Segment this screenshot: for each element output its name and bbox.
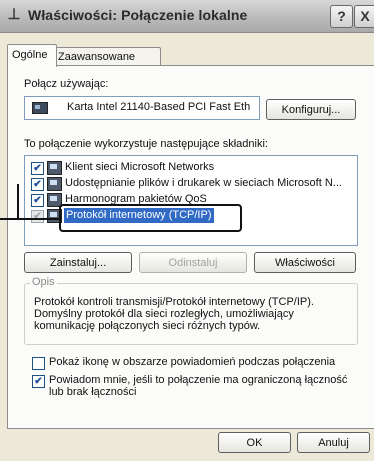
component-label: Klient sieci Microsoft Networks (65, 161, 215, 173)
component-label: Udostępnianie plików i drukarek w siecia… (65, 177, 342, 189)
description-title: Opis (30, 276, 57, 288)
configure-button[interactable]: Konfiguruj... (266, 99, 356, 120)
network-card-icon (32, 102, 48, 114)
properties-button[interactable]: Właściwości (254, 252, 356, 273)
network-client-icon (47, 161, 62, 175)
uninstall-button: Odinstaluj (139, 252, 247, 273)
annotation-callout-box (59, 204, 242, 232)
tab-general[interactable]: Ogólne (7, 44, 57, 67)
component-checkbox[interactable]: ✔ (31, 178, 44, 191)
properties-dialog: ⊥ Właściwości: Połączenie lokalne ? X Og… (0, 0, 374, 461)
title-bar[interactable]: ⊥ Właściwości: Połączenie lokalne ? X (0, 0, 374, 33)
help-button[interactable]: ? (330, 5, 353, 28)
adapter-field: Karta Intel 21140-Based PCI Fast Eth (24, 96, 260, 120)
install-button[interactable]: Zainstaluj... (24, 252, 132, 273)
list-item[interactable]: ✔ Udostępnianie plików i drukarek w siec… (25, 176, 355, 191)
component-checkbox[interactable]: ✔ (31, 194, 44, 207)
network-connection-icon: ⊥ (7, 6, 21, 23)
show-icon-checkbox[interactable] (32, 357, 45, 370)
connect-using-label: Połącz używając: (24, 78, 109, 90)
cancel-button[interactable]: Anuluj (297, 432, 370, 453)
ok-button[interactable]: OK (218, 432, 291, 453)
list-item[interactable]: ✔ Klient sieci Microsoft Networks (25, 160, 355, 175)
components-list[interactable]: ✔ Klient sieci Microsoft Networks ✔ Udos… (24, 155, 358, 246)
annotation-leader-vertical (17, 184, 19, 220)
notify-checkbox[interactable]: ✔ (32, 375, 45, 388)
component-checkbox[interactable]: ✔ (31, 210, 44, 223)
close-button[interactable]: X (354, 5, 374, 28)
components-label: To połączenie wykorzystuje następujące s… (24, 138, 268, 150)
component-checkbox[interactable]: ✔ (31, 162, 44, 175)
annotation-leader-line (0, 218, 59, 220)
adapter-name: Karta Intel 21140-Based PCI Fast Eth (67, 101, 251, 113)
show-icon-label: Pokaż ikonę w obszarze powiadomień podcz… (49, 356, 336, 368)
description-text: Protokół kontroli transmisji/Protokół in… (34, 296, 314, 332)
file-sharing-icon (47, 177, 62, 191)
notify-label: Powiadom mnie, jeśli to połączenie ma og… (49, 374, 348, 398)
tab-advanced[interactable]: Zaawansowane (53, 47, 161, 66)
window-title: Właściwości: Połączenie lokalne (28, 7, 248, 23)
